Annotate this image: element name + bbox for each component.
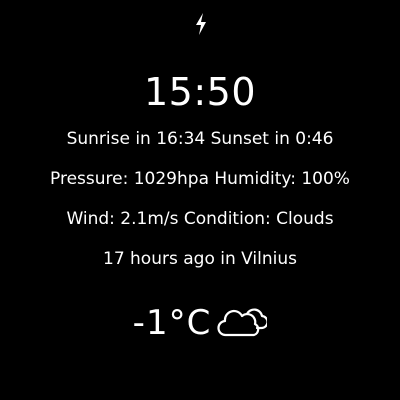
clouds-icon (217, 308, 268, 337)
clock-time: 15:50 (143, 70, 256, 114)
sun-times: Sunrise in 16:34 Sunset in 0:46 (66, 129, 334, 149)
temperature-row: -1°C (0, 300, 400, 346)
temperature: -1°C (132, 303, 212, 343)
lightning-bolt-icon (196, 13, 206, 35)
watch-face: 15:50 Sunrise in 16:34 Sunset in 0:46 Pr… (0, 0, 400, 400)
update-location: 17 hours ago in Vilnius (103, 249, 297, 269)
wind-condition: Wind: 2.1m/s Condition: Clouds (66, 209, 334, 229)
pressure-humidity: Pressure: 1029hpa Humidity: 100% (50, 169, 350, 189)
